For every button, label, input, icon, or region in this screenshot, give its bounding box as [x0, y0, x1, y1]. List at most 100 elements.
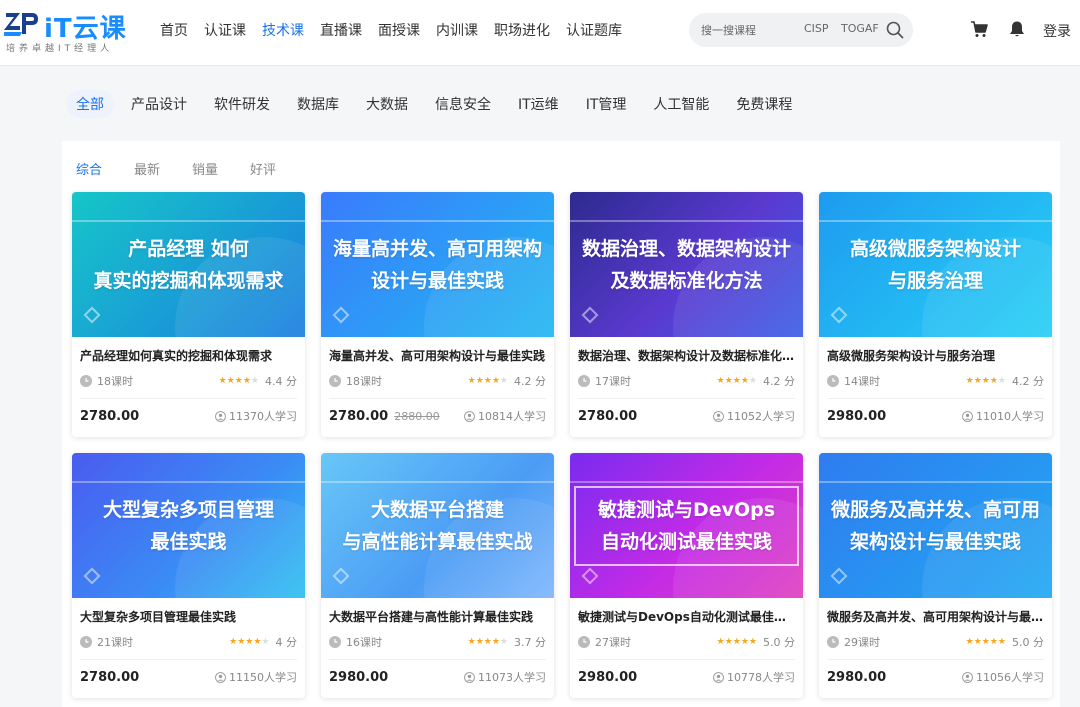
category-tab[interactable]: 大数据 [356, 90, 418, 118]
login-link[interactable]: 登录 [1043, 21, 1071, 41]
course-meta: 27课时 ★★★★★ 5.0 分 [578, 634, 795, 650]
cover-title-line: 微服务及高并发、高可用 [831, 498, 1041, 521]
star-icon: ★ [997, 637, 1006, 647]
star-icon: ★ [997, 376, 1006, 386]
course-title[interactable]: 大型复杂多项目管理最佳实践 [80, 608, 297, 624]
course-cover[interactable]: 海量高并发、高可用架构 设计与最佳实践 [321, 192, 554, 337]
star-icon: ★ [242, 376, 251, 386]
search-tag-cisp[interactable]: CISP [804, 22, 829, 35]
search-icon[interactable] [886, 21, 904, 39]
top-header: iT云课 培养卓越IT经理人 首页 认证课 技术课 直播课 面授课 内训课 职场进化 认证题库… [0, 0, 1080, 66]
course-cover[interactable]: 敏捷测试与DevOps 自动化测试最佳实践 [570, 453, 803, 598]
category-tab[interactable]: 软件研发 [204, 90, 280, 118]
search-box[interactable]: 搜一搜课程 CISP TOGAF [689, 13, 913, 47]
nav-item[interactable]: 面授课 [378, 20, 420, 40]
nav-item[interactable]: 职场进化 [494, 20, 550, 40]
cover-title-line: 自动化测试最佳实践 [600, 530, 772, 553]
course-title[interactable]: 海量高并发、高可用架构设计与最佳实践 [329, 347, 546, 363]
rating-score: 5.0 分 [1012, 636, 1044, 649]
cover-title-line: 产品经理 如何 [128, 237, 249, 260]
category-tab[interactable]: 人工智能 [643, 90, 719, 118]
star-icon: ★ [250, 376, 259, 386]
course-footer: 2980.00 10778人学习 [578, 668, 795, 686]
course-card[interactable]: 敏捷测试与DevOps 自动化测试最佳实践 敏捷测试与DevOps自动化测试最佳实践… [570, 453, 803, 698]
star-icon: ★ [716, 376, 725, 386]
bell-icon[interactable] [1008, 20, 1026, 38]
course-card[interactable]: 大型复杂多项目管理 最佳实践 大型复杂多项目管理最佳实践 21课时 ★★★★★ 4 分 27… [72, 453, 305, 698]
rating-stars: ★★★★★ [717, 376, 757, 386]
category-tab[interactable]: IT运维 [508, 90, 569, 118]
course-card[interactable]: 高级微服务架构设计 与服务治理 高级微服务架构设计与服务治理 14课时 ★★★★★ 4.2… [819, 192, 1052, 437]
sort-tab[interactable]: 最新 [134, 159, 160, 178]
star-icon: ★ [229, 637, 238, 647]
course-card[interactable]: 大数据平台搭建 与高性能计算最佳实战 大数据平台搭建与高性能计算最佳实践 16课时 ★★… [321, 453, 554, 698]
course-title[interactable]: 数据治理、数据架构设计及数据标准化方法 [578, 347, 795, 363]
site-logo[interactable]: iT云课 培养卓越IT经理人 [4, 8, 144, 56]
nav-item[interactable]: 内训课 [436, 20, 478, 40]
rating-stars: ★★★★★ [219, 376, 259, 386]
sort-tab[interactable]: 销量 [192, 159, 218, 178]
search-tag-togaf[interactable]: TOGAF [841, 22, 879, 35]
course-cover[interactable]: 产品经理 如何 真实的挖掘和体现需求 [72, 192, 305, 337]
rating-score: 5.0 分 [763, 636, 795, 649]
nav-item[interactable]: 技术课 [262, 20, 304, 40]
star-icon: ★ [965, 637, 974, 647]
cover-decoration [83, 306, 101, 324]
course-price: 2780.00 [80, 669, 140, 685]
nav-item[interactable]: 直播课 [320, 20, 362, 40]
course-title[interactable]: 敏捷测试与DevOps自动化测试最佳实践 [578, 608, 795, 624]
course-card[interactable]: 数据治理、数据架构设计 及数据标准化方法 数据治理、数据架构设计及数据标准化方法 17… [570, 192, 803, 437]
rating-stars: ★★★★★ [468, 376, 508, 386]
sort-tab[interactable]: 综合 [76, 159, 102, 178]
learner-count: 11073人学习 [478, 671, 546, 684]
course-card[interactable]: 产品经理 如何 真实的挖掘和体现需求 产品经理如何真实的挖掘和体现需求 18课时 ★★★… [72, 192, 305, 437]
course-cover[interactable]: 数据治理、数据架构设计 及数据标准化方法 [570, 192, 803, 337]
star-icon: ★ [965, 376, 974, 386]
course-meta: 17课时 ★★★★★ 4.2 分 [578, 373, 795, 389]
cover-decoration [83, 567, 101, 585]
star-icon: ★ [748, 637, 757, 647]
category-tab[interactable]: 信息安全 [425, 90, 501, 118]
cart-icon[interactable] [970, 20, 988, 38]
course-title[interactable]: 高级微服务架构设计与服务治理 [827, 347, 1044, 363]
sort-tab[interactable]: 好评 [250, 159, 276, 178]
cover-decoration [570, 481, 803, 483]
course-footer: 2780.00 11052人学习 [578, 407, 795, 425]
lesson-count: 18课时 [346, 375, 382, 388]
cover-title-line: 与服务治理 [887, 269, 983, 292]
category-tab[interactable]: 免费课程 [726, 90, 802, 118]
course-price: 2980.00 [827, 408, 887, 424]
user-icon [215, 410, 226, 422]
nav-item[interactable]: 认证课 [204, 20, 246, 40]
course-title[interactable]: 微服务及高并发、高可用架构设计与最佳实践 [827, 608, 1044, 624]
course-title[interactable]: 大数据平台搭建与高性能计算最佳实践 [329, 608, 546, 624]
search-input[interactable]: 搜一搜课程 [701, 22, 756, 38]
user-icon [713, 410, 724, 422]
card-divider [329, 398, 546, 399]
cover-title-line: 及数据标准化方法 [610, 269, 763, 292]
course-cover[interactable]: 大数据平台搭建 与高性能计算最佳实战 [321, 453, 554, 598]
lesson-count: 16课时 [346, 636, 382, 649]
course-meta: 14课时 ★★★★★ 4.2 分 [827, 373, 1044, 389]
course-cover[interactable]: 高级微服务架构设计 与服务治理 [819, 192, 1052, 337]
category-tab[interactable]: 数据库 [287, 90, 349, 118]
category-tab[interactable]: 产品设计 [121, 90, 197, 118]
main-nav: 首页 认证课 技术课 直播课 面授课 内训课 职场进化 认证题库 [160, 0, 638, 60]
user-icon [464, 410, 475, 422]
course-title[interactable]: 产品经理如何真实的挖掘和体现需求 [80, 347, 297, 363]
category-tab[interactable]: 全部 [66, 90, 114, 118]
course-cover[interactable]: 大型复杂多项目管理 最佳实践 [72, 453, 305, 598]
lesson-count: 17课时 [595, 375, 631, 388]
course-card[interactable]: 微服务及高并发、高可用 架构设计与最佳实践 微服务及高并发、高可用架构设计与最佳实践… [819, 453, 1052, 698]
star-icon: ★ [981, 637, 990, 647]
nav-item[interactable]: 首页 [160, 20, 188, 40]
lesson-count: 21课时 [97, 636, 133, 649]
cover-decoration [570, 220, 803, 222]
user-icon [962, 671, 973, 683]
category-tab[interactable]: IT管理 [576, 90, 637, 118]
course-cover[interactable]: 微服务及高并发、高可用 架构设计与最佳实践 [819, 453, 1052, 598]
course-card[interactable]: 海量高并发、高可用架构 设计与最佳实践 海量高并发、高可用架构设计与最佳实践 18课时… [321, 192, 554, 437]
course-meta: 21课时 ★★★★★ 4 分 [80, 634, 297, 650]
star-icon: ★ [973, 376, 982, 386]
nav-item[interactable]: 认证题库 [566, 20, 622, 40]
